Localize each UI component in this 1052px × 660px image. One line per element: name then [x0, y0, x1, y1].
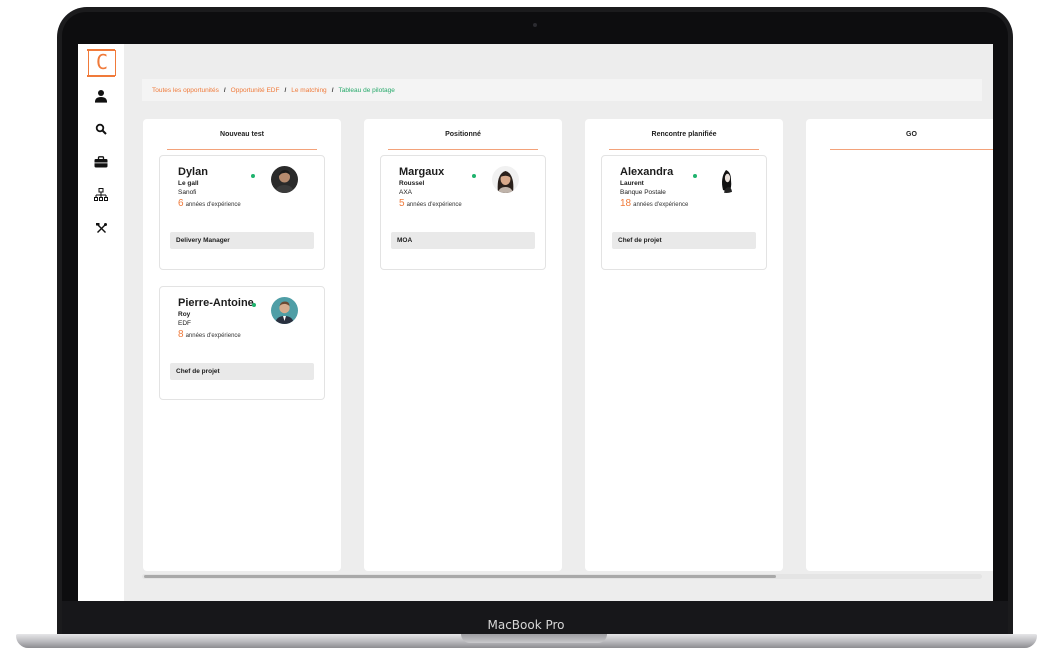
candidate-company: Sanofi: [178, 189, 197, 196]
candidate-experience: 18 années d'expérience: [620, 198, 688, 209]
status-dot: [472, 174, 476, 178]
avatar: [492, 166, 519, 193]
sidebar-item-tools[interactable]: [91, 219, 111, 237]
candidate-role: Chef de projet: [612, 232, 756, 249]
candidate-first-name: Dylan: [178, 166, 208, 178]
candidate-experience: 5 années d'expérience: [399, 198, 462, 209]
candidate-card[interactable]: Margaux Roussel AXA 5 années d'expérience…: [380, 155, 546, 270]
candidate-first-name: Alexandra: [620, 166, 674, 178]
column-title: Rencontre planifiée: [609, 119, 759, 150]
breadcrumb-link-opportunity[interactable]: Opportunité EDF: [231, 87, 280, 94]
candidate-card[interactable]: Alexandra Laurent Banque Postale 18 année…: [601, 155, 767, 270]
device-label: MacBook Pro: [487, 618, 565, 632]
experience-label: années d'expérience: [185, 202, 241, 208]
candidate-first-name: Margaux: [399, 166, 445, 178]
avatar: [713, 166, 740, 193]
app-screen: C Toutes les opportunités / Opportunité …: [78, 44, 993, 601]
status-dot: [693, 174, 697, 178]
experience-label: années d'expérience: [633, 202, 689, 208]
logo-letter: C: [95, 50, 109, 74]
experience-years: 18: [620, 198, 632, 209]
board-column-nouveau-test: Nouveau test Dylan Le gall Sanofi 6 année…: [143, 119, 341, 571]
breadcrumb-link-opportunities[interactable]: Toutes les opportunités: [152, 87, 219, 94]
experience-years: 6: [178, 198, 184, 209]
app-logo[interactable]: C: [88, 50, 116, 76]
candidate-role: Chef de projet: [170, 363, 314, 380]
candidate-last-name: Roussel: [399, 180, 425, 187]
candidate-experience: 6 années d'expérience: [178, 198, 241, 209]
sidebar-item-opportunities[interactable]: [91, 153, 111, 171]
candidate-role: MOA: [391, 232, 535, 249]
camera-icon: [533, 23, 537, 27]
sidebar-item-organization[interactable]: [91, 186, 111, 204]
column-title: Positionné: [388, 119, 538, 150]
laptop-notch: [461, 634, 607, 643]
sidebar: C: [78, 44, 124, 601]
avatar: [271, 297, 298, 324]
sidebar-item-search[interactable]: [91, 120, 111, 138]
candidate-last-name: Laurent: [620, 180, 644, 187]
experience-label: années d'expérience: [406, 202, 462, 208]
logo-bracket-bottom: [87, 75, 115, 77]
breadcrumb-separator: /: [331, 86, 334, 94]
scrollbar-thumb[interactable]: [144, 575, 776, 578]
column-title: Nouveau test: [167, 119, 317, 150]
tools-icon: [95, 222, 107, 233]
candidate-company: Banque Postale: [620, 189, 666, 196]
status-dot: [252, 303, 256, 307]
candidate-experience: 8 années d'expérience: [178, 329, 241, 340]
org-chart-icon: [94, 188, 108, 201]
board-column-positionne: Positionné Margaux Roussel AXA 5 années d…: [364, 119, 562, 571]
experience-years: 8: [178, 329, 184, 340]
experience-label: années d'expérience: [185, 333, 241, 339]
column-title: GO: [830, 119, 993, 150]
board-column-go: GO: [806, 119, 993, 571]
candidate-last-name: Le gall: [178, 180, 199, 187]
experience-years: 5: [399, 198, 405, 209]
user-icon: [95, 90, 107, 103]
candidate-company: EDF: [178, 320, 191, 327]
sidebar-item-profile[interactable]: [91, 87, 111, 105]
breadcrumb: Toutes les opportunités / Opportunité ED…: [142, 79, 982, 101]
candidate-role: Delivery Manager: [170, 232, 314, 249]
candidate-company: AXA: [399, 189, 413, 196]
breadcrumb-current: Tableau de pilotage: [338, 86, 395, 94]
candidate-card[interactable]: Dylan Le gall Sanofi 6 années d'expérienc…: [159, 155, 325, 270]
breadcrumb-link-matching[interactable]: Le matching: [291, 87, 326, 94]
search-icon: [95, 123, 107, 135]
candidate-first-name: Pierre-Antoine: [178, 297, 254, 309]
candidate-card[interactable]: Pierre-Antoine Roy EDF 8 années d'expérie…: [159, 286, 325, 400]
board-column-rencontre-planifiee: Rencontre planifiée Alexandra Laurent Ba…: [585, 119, 783, 571]
avatar: [271, 166, 298, 193]
breadcrumb-separator: /: [284, 86, 287, 94]
candidate-last-name: Roy: [178, 311, 191, 318]
briefcase-icon: [94, 156, 108, 168]
breadcrumb-separator: /: [223, 86, 226, 94]
status-dot: [251, 174, 255, 178]
